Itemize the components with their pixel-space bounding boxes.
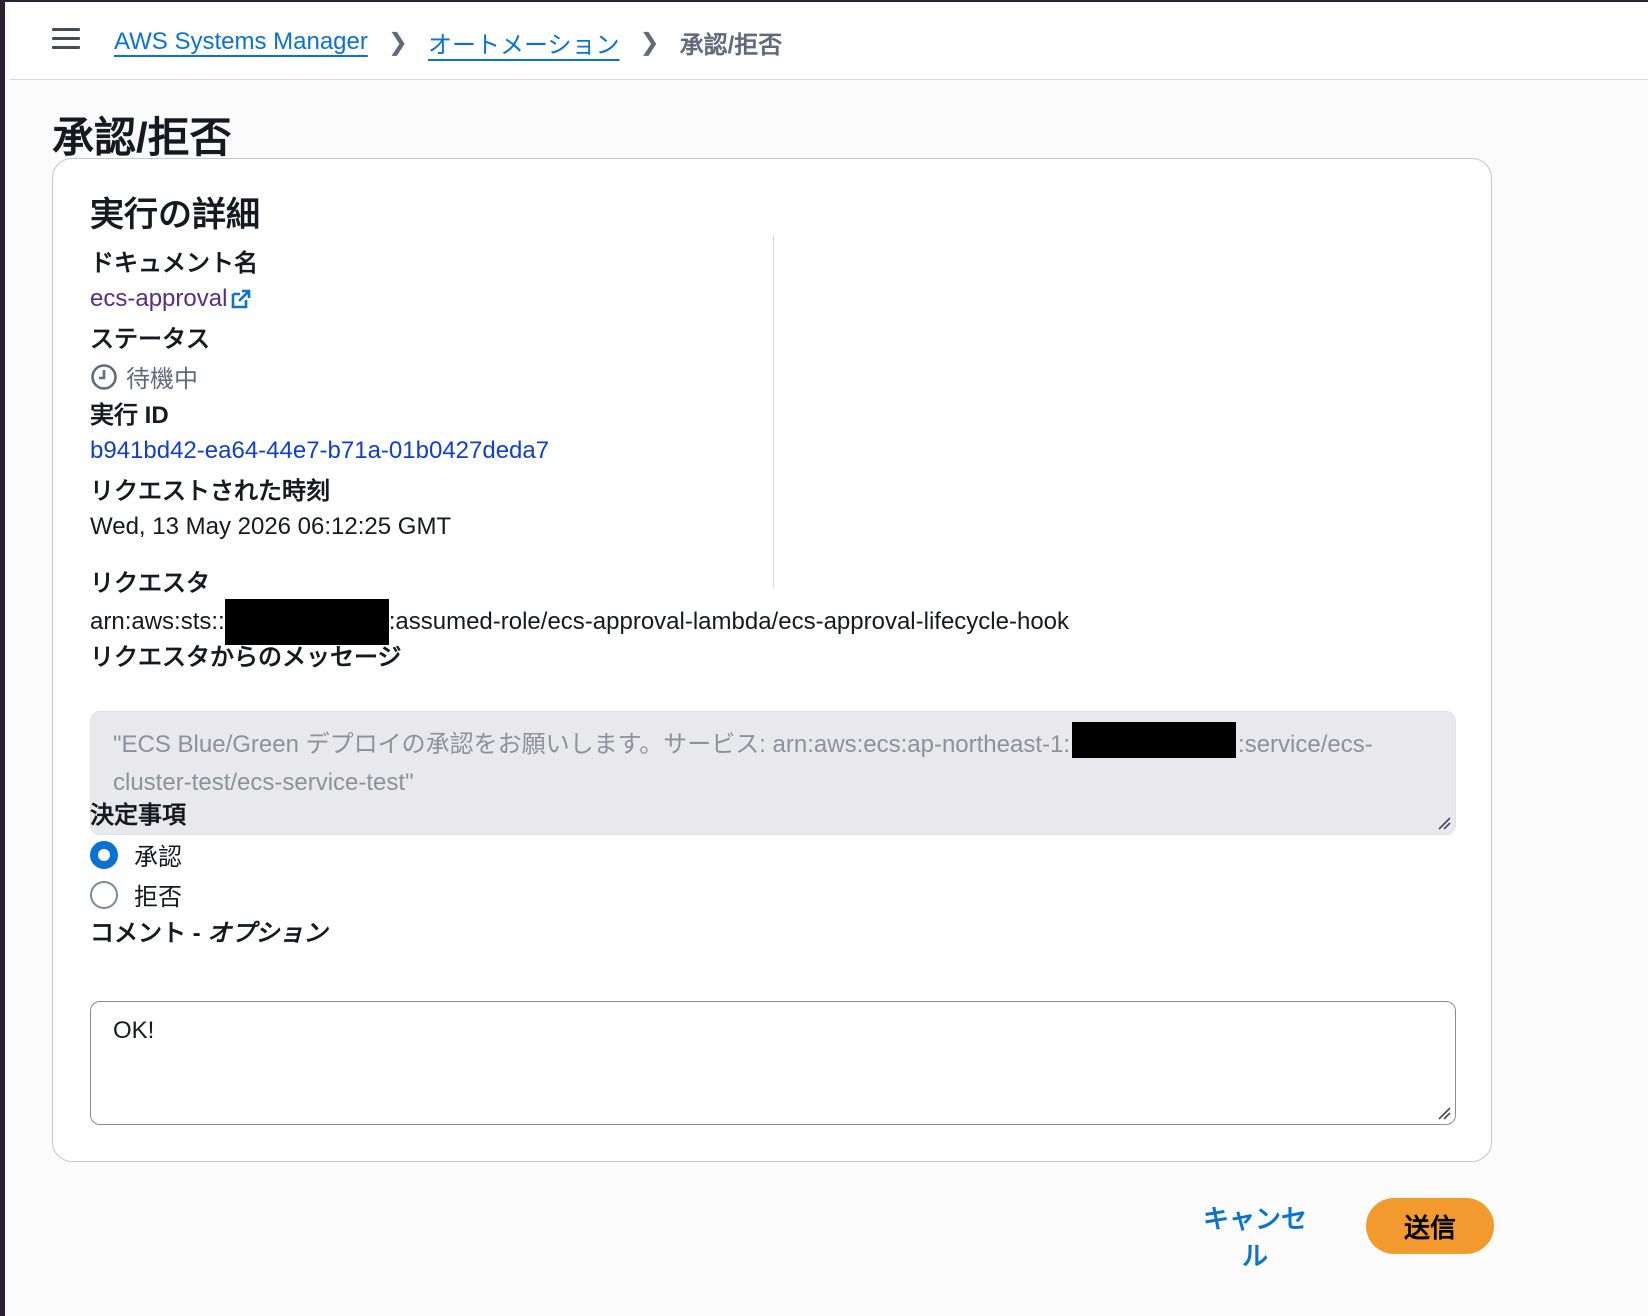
chevron-right-icon: ❯: [387, 28, 408, 56]
requester-message-label: リクエスタからのメッセージ: [90, 644, 402, 671]
radio-approve-label: 承認: [134, 844, 182, 871]
chevron-right-icon: ❯: [639, 28, 660, 56]
top-navigation-bar: AWS Systems Manager ❯ オートメーション ❯ 承認/拒否: [10, 4, 1648, 80]
status-value: 待機中: [90, 359, 198, 398]
clock-icon: [91, 363, 117, 390]
hamburger-menu-icon[interactable]: [52, 28, 80, 50]
radio-reject-label: 拒否: [134, 884, 182, 911]
document-name-value: ecs-approval: [90, 285, 252, 313]
radio-button[interactable]: [90, 880, 118, 909]
breadcrumb-automation[interactable]: オートメーション: [428, 25, 620, 60]
requester-prefix: arn:aws:sts::: [90, 608, 225, 635]
breadcrumb: AWS Systems Manager ❯ オートメーション ❯ 承認/拒否: [114, 24, 782, 60]
cancel-button[interactable]: キャンセル: [1185, 1198, 1325, 1271]
comment-textarea[interactable]: OK!: [90, 1001, 1456, 1125]
card-title: 実行の詳細: [90, 196, 260, 234]
external-link-icon: [232, 289, 251, 309]
comment-text: OK!: [113, 1017, 155, 1044]
breadcrumb-current: 承認/拒否: [679, 31, 783, 59]
requester-label: リクエスタ: [90, 570, 210, 597]
comment-label-optional: オプション: [207, 920, 328, 947]
submit-button[interactable]: 送信: [1366, 1198, 1494, 1254]
redacted-account-id: [1072, 722, 1237, 758]
requester-suffix: :assumed-role/ecs-approval-lambda/ecs-ap…: [388, 608, 1070, 635]
document-name-label: ドキュメント名: [90, 250, 258, 277]
breadcrumb-systems-manager[interactable]: AWS Systems Manager: [114, 28, 368, 56]
execution-details-card: 実行の詳細 ドキュメント名 ecs-approval ステータス 待機中 実行 …: [52, 158, 1492, 1162]
status-indicator: 待機中: [90, 359, 198, 394]
requester-message-textarea: "ECS Blue/Green デプロイの承認をお願いします。サービス: arn…: [90, 711, 1456, 835]
execution-id-link[interactable]: b941bd42-ea64-44e7-b71a-01b0427deda7: [90, 437, 549, 464]
execution-id-label: 実行 ID: [90, 402, 169, 429]
resize-handle-icon[interactable]: [1437, 1106, 1451, 1120]
column-divider: [773, 235, 774, 587]
comment-label: コメント - オプション: [90, 913, 327, 948]
execution-id-value: b941bd42-ea64-44e7-b71a-01b0427deda7: [90, 437, 549, 465]
page-title: 承認/拒否: [52, 114, 232, 161]
status-label: ステータス: [90, 326, 210, 353]
decision-label: 決定事項: [90, 802, 186, 829]
radio-reject[interactable]: 拒否: [90, 877, 182, 912]
requested-time-value: Wed, 13 May 2026 06:12:25 GMT: [90, 513, 452, 540]
radio-approve[interactable]: 承認: [90, 837, 182, 872]
document-link-text: ecs-approval: [90, 285, 228, 312]
message-text-part1: "ECS Blue/Green デプロイの承認をお願いします。サービス: arn…: [113, 731, 1071, 758]
app-frame: AWS Systems Manager ❯ オートメーション ❯ 承認/拒否 承…: [0, 0, 1648, 1316]
requested-time-label: リクエストされた時刻: [90, 478, 330, 505]
status-text: 待機中: [126, 366, 198, 393]
radio-button-checked[interactable]: [90, 840, 118, 869]
comment-label-main: コメント -: [90, 920, 208, 947]
document-link[interactable]: ecs-approval: [90, 285, 252, 313]
resize-handle-icon: [1438, 817, 1451, 830]
